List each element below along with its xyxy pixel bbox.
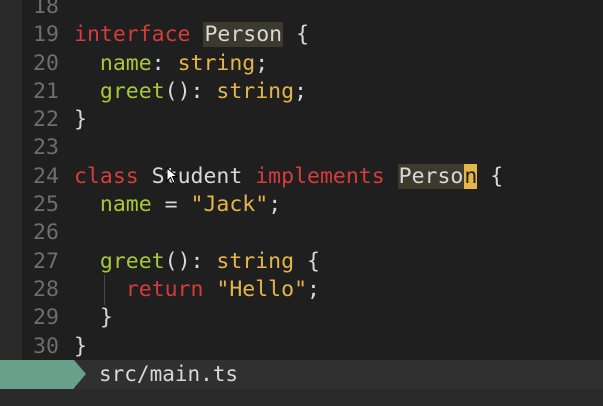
line-number: 28 bbox=[33, 276, 59, 302]
code-token: "Hello" bbox=[216, 276, 308, 302]
code-token: ; bbox=[268, 192, 282, 218]
code-token: class bbox=[74, 163, 139, 189]
code-token: = bbox=[151, 192, 191, 218]
code-token: ; bbox=[294, 78, 308, 104]
indent-guide bbox=[104, 275, 105, 305]
code-line[interactable]: 29 } bbox=[0, 304, 603, 332]
code-token: { bbox=[283, 22, 310, 48]
code-line[interactable]: 25 name = "Jack"; bbox=[0, 191, 603, 219]
code-token: greet bbox=[99, 78, 165, 104]
code-token: ; bbox=[255, 50, 269, 76]
status-arrow-separator bbox=[74, 360, 86, 388]
code-token: name bbox=[99, 192, 152, 218]
code-token: } bbox=[74, 305, 113, 331]
code-line[interactable]: 30} bbox=[0, 333, 603, 361]
code-token: ; bbox=[307, 276, 320, 302]
code-token: Person bbox=[203, 22, 284, 48]
code-token: string bbox=[216, 78, 295, 104]
code-token: } bbox=[74, 107, 87, 133]
code-token: } bbox=[74, 333, 87, 359]
code-text: return "Hello"; bbox=[74, 276, 320, 304]
code-line[interactable]: 18 bbox=[0, 0, 603, 21]
code-text: } bbox=[74, 106, 87, 134]
code-line[interactable]: 28 return "Hello"; bbox=[0, 276, 603, 304]
text-cursor: n bbox=[464, 163, 478, 189]
line-number: 30 bbox=[33, 333, 59, 359]
code-text: name = "Jack"; bbox=[74, 191, 281, 219]
line-number: 25 bbox=[33, 192, 59, 218]
code-token: (): bbox=[164, 248, 217, 274]
line-number: 22 bbox=[33, 107, 59, 133]
line-number: 29 bbox=[33, 305, 59, 331]
code-token: : bbox=[151, 50, 178, 76]
code-token: Perso bbox=[397, 163, 465, 189]
code-text: greet(): string; bbox=[74, 78, 307, 106]
line-number: 21 bbox=[33, 78, 59, 104]
code-line[interactable]: 21 greet(): string; bbox=[0, 78, 603, 106]
code-token: { bbox=[294, 248, 320, 274]
mouse-cursor-icon bbox=[166, 167, 179, 184]
code-token: interface bbox=[74, 22, 191, 48]
code-editor[interactable]: 18 19 interface Person {20 name: string; 21… bbox=[0, 0, 603, 406]
line-number: 27 bbox=[33, 248, 59, 274]
code-token: name bbox=[99, 50, 152, 76]
code-text: greet(): string { bbox=[74, 248, 320, 276]
code-line[interactable]: 26 bbox=[0, 219, 603, 247]
code-line[interactable]: 19 interface Person { bbox=[0, 21, 603, 49]
code-text: } bbox=[74, 333, 87, 361]
code-text: } bbox=[74, 304, 113, 332]
line-number: 24 bbox=[33, 163, 59, 189]
code-token: "Jack" bbox=[190, 192, 269, 218]
command-line[interactable] bbox=[0, 389, 603, 406]
status-mode-indicator bbox=[0, 360, 74, 389]
code-line[interactable]: 22} bbox=[0, 106, 603, 134]
code-line[interactable]: 24 class Student implements Person { bbox=[0, 163, 603, 191]
code-area[interactable]: 18 19 interface Person {20 name: string; 21… bbox=[0, 0, 603, 361]
code-text: interface Person { bbox=[74, 21, 309, 49]
code-token: string bbox=[177, 50, 256, 76]
line-number: 20 bbox=[33, 50, 59, 76]
code-token: { bbox=[477, 163, 504, 189]
status-filename: src/main.ts bbox=[99, 362, 239, 386]
code-line[interactable]: 20 name: string; bbox=[0, 50, 603, 78]
line-number: 23 bbox=[33, 135, 59, 161]
code-token: greet bbox=[99, 248, 165, 274]
code-token: (): bbox=[164, 78, 217, 104]
line-number: 26 bbox=[33, 220, 59, 246]
line-number: 18 bbox=[33, 0, 59, 19]
code-line[interactable]: 23 bbox=[0, 134, 603, 162]
code-token: return bbox=[125, 276, 204, 302]
code-token: Student bbox=[138, 163, 256, 189]
code-text: class Student implements Person { bbox=[74, 163, 503, 191]
line-number: 19 bbox=[33, 22, 59, 48]
code-text: name: string; bbox=[74, 50, 268, 78]
code-token: string bbox=[216, 248, 295, 274]
code-token: implements bbox=[255, 163, 385, 189]
code-line[interactable]: 27 greet(): string { bbox=[0, 248, 603, 276]
status-bar: src/main.ts bbox=[0, 360, 603, 389]
